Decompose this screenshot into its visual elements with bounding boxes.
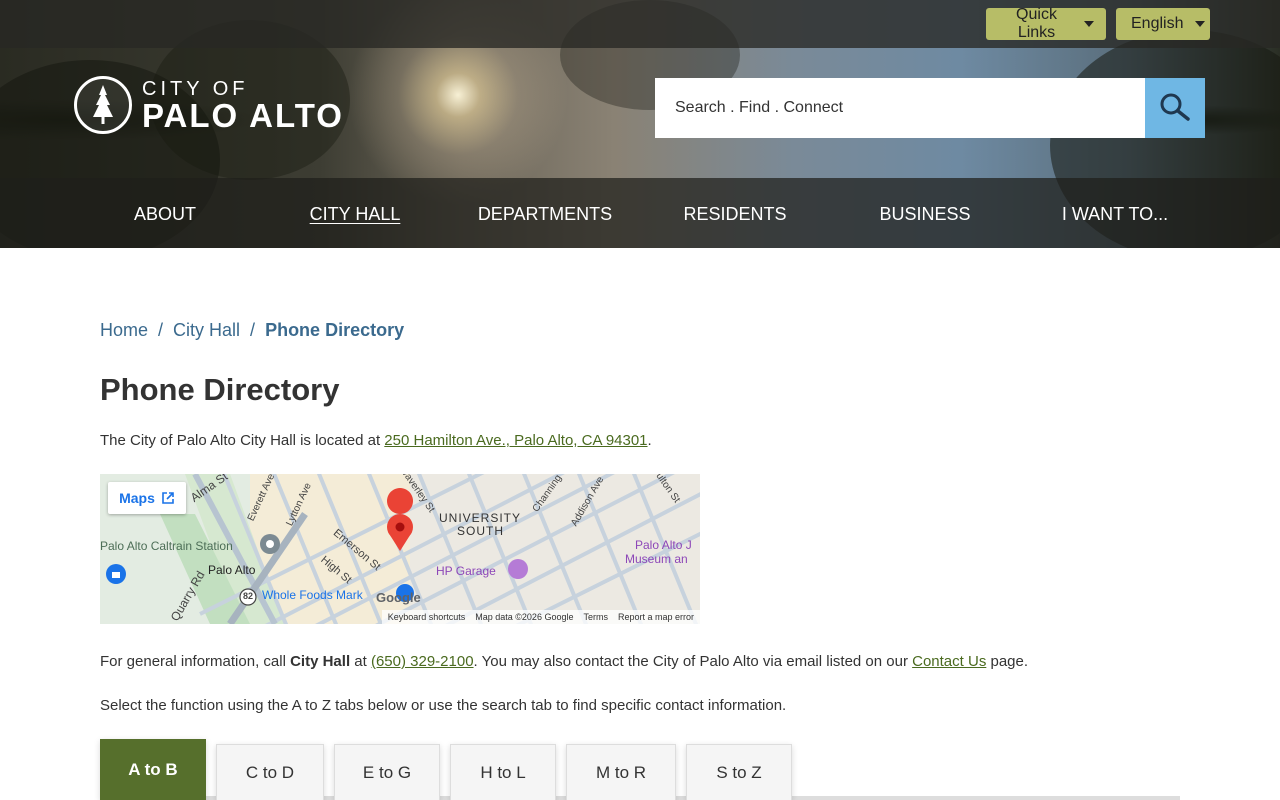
tab-s-to-z[interactable]: S to Z (686, 744, 792, 800)
nav-about-label: ABOUT (133, 204, 196, 224)
tab-a-to-b[interactable]: A to B (100, 739, 206, 800)
nav-city-hall[interactable]: CITY HALL (260, 178, 450, 248)
city-logo[interactable]: CITY OF PALO ALTO (74, 76, 344, 134)
info-text: For general information, call (100, 653, 291, 670)
tab-c-to-d[interactable]: C to D (216, 744, 324, 800)
logo-line-2: PALO ALTO (142, 97, 344, 134)
map-terms-link[interactable]: Terms (583, 612, 608, 622)
info-mid: . You may also contact the City of Palo … (473, 653, 913, 670)
breadcrumb-city-hall[interactable]: City Hall (173, 320, 240, 340)
nav-city-hall-label: CITY HALL (309, 204, 401, 224)
breadcrumb-separator: / (158, 320, 164, 340)
tab-e-to-g[interactable]: E to G (334, 744, 440, 800)
map-label: Palo Alto J (635, 538, 692, 552)
quick-links-label: Quick Links (1016, 6, 1057, 41)
intro-end: . (647, 432, 652, 449)
nav-i-want-to[interactable]: I WANT TO... (1020, 178, 1210, 248)
search-button[interactable] (1145, 78, 1205, 138)
intro-text: The City of Palo Alto City Hall is locat… (100, 432, 385, 449)
breadcrumb-separator: / (250, 320, 256, 340)
open-in-maps-button[interactable]: Maps (108, 482, 186, 514)
embedded-map[interactable]: Maps Alma St Everett Ave Lytton Ave Wave… (100, 474, 700, 624)
tree-icon (74, 76, 132, 134)
info-at: at (350, 653, 371, 670)
search-icon (1160, 93, 1190, 121)
map-label: Whole Foods Mark (262, 588, 363, 602)
quick-links-button[interactable]: Quick Links (986, 6, 1106, 41)
external-link-icon (162, 492, 174, 504)
nav-business-label: BUSINESS (879, 204, 971, 224)
nav-residents-label: RESIDENTS (683, 204, 787, 224)
address-link[interactable]: 250 Hamilton Ave., Palo Alto, CA 94301 (384, 432, 647, 449)
nav-about[interactable]: ABOUT (70, 178, 260, 248)
map-data-credit: Map data ©2026 Google (475, 612, 574, 622)
main-navigation: ABOUT CITY HALL DEPARTMENTS RESIDENTS BU… (0, 178, 1280, 248)
map-label: HP Garage (436, 564, 496, 578)
general-info-paragraph: For general information, call City Hall … (100, 653, 1028, 670)
tab-m-to-r[interactable]: M to R (566, 744, 676, 800)
breadcrumb-current: Phone Directory (265, 320, 405, 340)
nav-business[interactable]: BUSINESS (830, 178, 1020, 248)
info-end: page. (986, 653, 1029, 670)
caret-down-icon (1195, 21, 1206, 27)
nav-departments-label: DEPARTMENTS (477, 204, 613, 224)
caret-down-icon (1084, 21, 1094, 27)
map-route-shield: 82 (243, 591, 254, 601)
maps-button-label: Maps (119, 490, 155, 506)
nav-residents[interactable]: RESIDENTS (640, 178, 830, 248)
site-search (655, 78, 1205, 138)
map-label: Palo Alto Caltrain Station (100, 539, 233, 553)
nav-i-want-to-label: I WANT TO... (1061, 204, 1169, 224)
map-report-link[interactable]: Report a map error (618, 612, 694, 622)
map-label: Palo Alto (208, 563, 256, 577)
language-button[interactable]: English (1116, 8, 1210, 40)
select-instructions: Select the function using the A to Z tab… (100, 697, 787, 714)
intro-paragraph: The City of Palo Alto City Hall is locat… (100, 432, 652, 449)
tab-h-to-l[interactable]: H to L (450, 744, 556, 800)
contact-us-link[interactable]: Contact Us (912, 653, 986, 670)
logo-wordmark: CITY OF PALO ALTO (142, 78, 344, 132)
map-label: UNIVERSITY (439, 511, 522, 525)
page-title: Phone Directory (100, 372, 340, 407)
search-input[interactable] (655, 78, 1145, 138)
nav-departments[interactable]: DEPARTMENTS (450, 178, 640, 248)
breadcrumb-home[interactable]: Home (100, 320, 148, 340)
language-label: English (1131, 15, 1184, 32)
google-logo: Google (376, 590, 421, 605)
breadcrumb: Home / City Hall / Phone Directory (100, 320, 404, 341)
map-label: Museum an (625, 552, 688, 566)
map-keyboard-shortcuts[interactable]: Keyboard shortcuts (388, 612, 466, 622)
info-bold: City Hall (290, 653, 351, 670)
phone-link[interactable]: (650) 329-2100 (371, 653, 474, 670)
map-label: SOUTH (457, 524, 504, 538)
map-footer: Keyboard shortcuts Map data ©2026 Google… (381, 610, 700, 624)
